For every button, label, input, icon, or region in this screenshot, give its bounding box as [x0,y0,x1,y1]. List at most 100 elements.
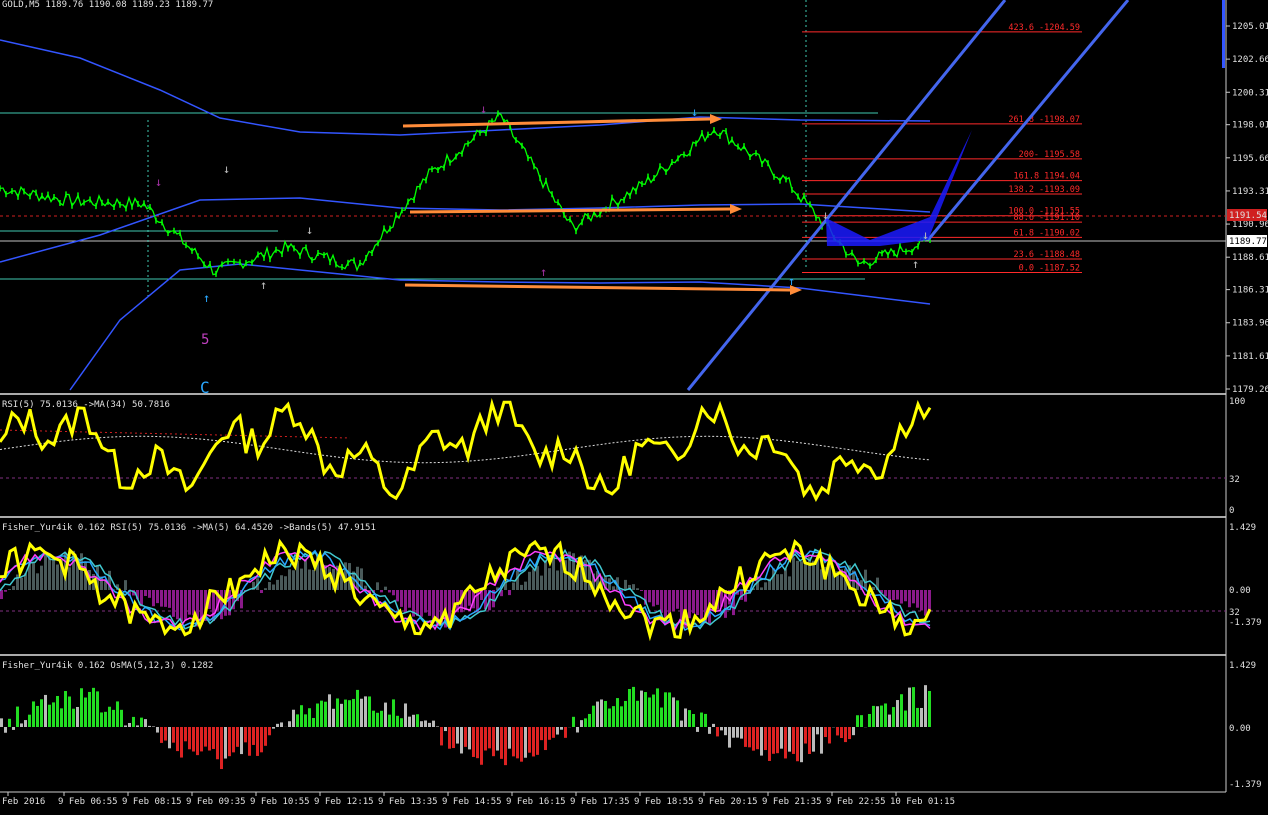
osma-bar [728,727,731,748]
fisher-bar [640,590,643,591]
fractal-arrows: ↑ ↓ ↑ ↓ ↓ ↑ ↓ ↓ ↑ ↓ ↑ ↓ [155,102,929,305]
osma-bar [916,708,919,727]
fisher-bar [156,590,159,603]
price-tick-label: 1183.96 [1232,319,1268,329]
osma-bar [52,702,55,727]
osma-bar [544,727,547,750]
osma-bar [924,685,927,727]
fisher-header: Fisher_Yur4ik 0.162 RSI(5) 75.0136 ->MA(… [2,523,376,533]
osma-bar [840,727,843,738]
osma-bar [528,727,531,753]
down-arrow-icon: ↓ [691,105,698,119]
panel-divider-2[interactable] [0,516,1226,518]
osma-bar [424,720,427,727]
osma-bar [836,727,839,735]
osma-bar [224,727,227,759]
osma-bar [144,719,147,727]
time-tick-label: 9 Feb 14:55 [442,797,502,807]
fisher-bar [264,588,267,590]
chart-canvas[interactable]: 423.6 -1204.59261.8 -1198.07200- 1195.58… [0,0,1268,811]
fisher-bar [796,561,799,590]
osma-bar [892,707,895,727]
osma-bar [496,727,499,751]
fib-level-label: 161.8 1194.04 [1013,172,1080,182]
down-arrow-icon: ↓ [480,102,487,116]
osma-bar [440,727,443,745]
osma-bar [588,714,591,727]
fib-level-label: 261.8 -1198.07 [1008,115,1080,125]
up-arrow-icon: ↑ [203,291,210,305]
osma-bar [516,727,519,758]
harmonic-pattern [826,130,972,246]
osma-bar [776,727,779,753]
osma-bar [824,727,827,737]
fisher-bar [164,590,167,607]
osma-bar [256,727,259,756]
osma-bar [92,688,95,727]
fisher-bar [260,590,263,593]
osma-bar [800,727,803,762]
osma-header: Fisher_Yur4ik 0.162 OsMA(5,12,3) 0.1282 [2,661,213,671]
osma-bar [64,691,67,727]
osma-bar [884,703,887,727]
osma-bar [436,726,439,727]
osma-bar [420,721,423,727]
osma-bar [96,691,99,727]
osma-bar [780,727,783,749]
osma-bar [240,727,243,754]
osma-bar [868,714,871,727]
time-tick-label: 10 Feb 01:15 [890,797,955,807]
osma-bar [624,701,627,727]
fisher-bar [32,562,35,590]
down-arrow-icon: ↓ [306,223,313,237]
fisher-bar [864,570,867,590]
osma-bar [488,727,491,748]
osma-bar [332,709,335,727]
osma-bar [204,727,207,747]
osma-bar [156,727,159,733]
osma-bar [148,726,151,727]
osma-bar [752,727,755,751]
osma-bar [748,727,751,747]
price-tick-label: 1198.01 [1232,121,1268,131]
fisher-bar [424,590,427,613]
fisher-bar [420,590,423,617]
channel-line-upper[interactable] [928,0,1128,240]
time-tick-label: 9 Feb 17:35 [570,797,630,807]
panel-divider-3[interactable] [0,654,1226,656]
osma-bar [720,727,723,730]
osma-bar [760,727,763,756]
fisher-bar [540,576,543,590]
osma-bar [80,688,83,727]
wave-label-5: 5 [201,332,209,348]
fisher-bar [428,590,431,616]
up-arrow-icon: ↑ [788,274,795,288]
osma-bar [68,696,71,727]
price-tick-label: 1179.26 [1232,385,1268,395]
osma-bar [228,727,231,756]
up-arrow-icon: ↑ [540,265,547,279]
rsi-axis-100: 100 [1229,397,1245,407]
osma-bar [100,712,103,727]
fisher-bar [0,590,3,599]
osma-bar [376,713,379,727]
osma-bar [896,700,899,727]
osma-bar [356,690,359,727]
fib-level-label: 138.2 -1193.09 [1008,185,1080,195]
fisher-bar [48,558,51,590]
fisher-bar [536,566,539,590]
channel-line-lower[interactable] [688,0,1005,390]
osma-bar [180,727,183,758]
osma-bar [248,727,251,756]
panel-divider-1[interactable] [0,393,1226,395]
osma-bar [316,704,319,727]
osma-bar [688,710,691,727]
scroll-marker[interactable] [1222,0,1225,68]
down-arrow-icon: ↓ [922,228,929,242]
fisher-bar [724,590,727,618]
rsi-axis-32: 32 [1229,475,1240,485]
price-tick-label: 1205.01 [1232,22,1268,32]
fisher-bar [160,590,163,607]
time-tick-label: 9 Feb 09:35 [186,797,246,807]
fisher-bar [40,566,43,590]
